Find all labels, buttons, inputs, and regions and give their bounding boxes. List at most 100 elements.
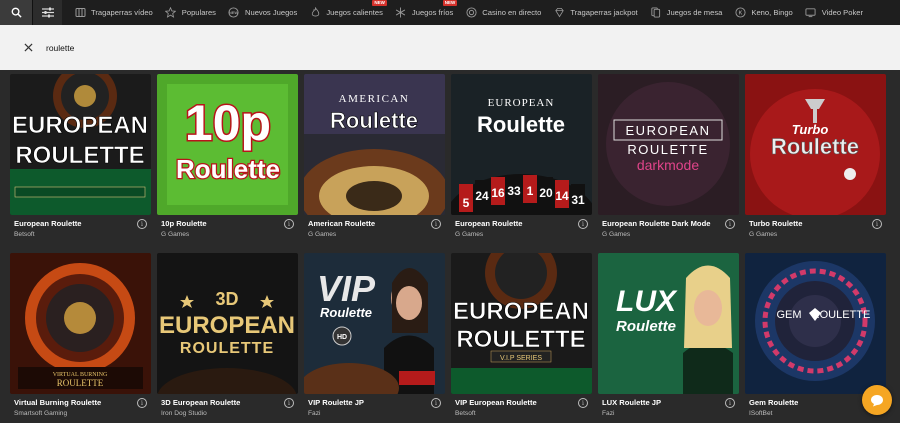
live-chat-button[interactable]: [862, 385, 892, 415]
game-card[interactable]: EUROPEAN ROULETTE European Roulette Bets…: [10, 74, 151, 247]
game-card[interactable]: EUROPEAN ROULETTE V.I.P SERIES VIP Europ…: [451, 253, 592, 423]
game-thumbnail[interactable]: EUROPEAN ROULETTE: [10, 74, 151, 215]
game-provider: G Games: [308, 231, 337, 238]
game-thumbnail[interactable]: EUROPEAN ROULETTE V.I.P SERIES: [451, 253, 592, 394]
svg-text:14: 14: [555, 189, 569, 203]
game-title[interactable]: European Roulette: [14, 219, 132, 228]
thumb-title: EUROPEAN: [12, 112, 148, 139]
thumb-subtitle: ROULETTE: [15, 142, 144, 169]
game-thumbnail[interactable]: 3D EUROPEAN ROULETTE: [157, 253, 298, 394]
info-icon[interactable]: i: [725, 398, 735, 408]
search-button[interactable]: [0, 0, 32, 25]
game-thumbnail[interactable]: EUROPEAN ROULETTE darkmode: [598, 74, 739, 215]
slot-icon: [74, 7, 86, 19]
game-thumbnail[interactable]: AMERICAN Roulette: [304, 74, 445, 215]
thumb-subtitle: Roulette: [616, 318, 676, 335]
game-thumbnail[interactable]: 5 24 16 33 1 20 14 31 EUROPEAN Roulette: [451, 74, 592, 215]
game-card[interactable]: LUX Roulette LUX Roulette JP Fazi i: [598, 253, 739, 423]
info-icon[interactable]: i: [284, 219, 294, 229]
info-icon[interactable]: i: [872, 219, 882, 229]
thumb-subtitle: EUROPEAN: [159, 312, 295, 339]
game-provider: G Games: [455, 231, 484, 238]
game-card[interactable]: Turbo Roulette Turbo Roulette G Games i: [745, 74, 886, 247]
thumb-tag: HD: [337, 334, 347, 341]
thumb-subtitle: ROULETTE: [57, 378, 104, 388]
thumb-subtitle: ROULETTE: [812, 309, 871, 321]
search-input[interactable]: [46, 42, 446, 53]
game-card[interactable]: AMERICAN Roulette American Roulette G Ga…: [304, 74, 445, 247]
svg-text:20: 20: [539, 186, 553, 200]
info-icon[interactable]: i: [137, 398, 147, 408]
game-provider: Smartsoft Gaming: [14, 410, 68, 417]
game-info: 3D European Roulette Iron Dog Studio i: [157, 394, 298, 423]
close-icon: [23, 43, 33, 52]
game-title[interactable]: Turbo Roulette: [749, 219, 867, 228]
game-title[interactable]: American Roulette: [308, 219, 426, 228]
thumb-title: 3D: [215, 289, 238, 309]
game-provider: Fazi: [602, 410, 615, 417]
game-thumbnail[interactable]: GEM ROULETTE: [745, 253, 886, 394]
game-title[interactable]: 3D European Roulette: [161, 398, 279, 407]
nav-item-video-poker[interactable]: Video Poker: [799, 0, 869, 25]
info-icon[interactable]: i: [431, 219, 441, 229]
nav-item-populares[interactable]: Populares: [159, 0, 222, 25]
info-icon[interactable]: i: [284, 398, 294, 408]
nav-item-juegos-de-mesa[interactable]: Juegos de mesa: [644, 0, 729, 25]
nav-item-label: Juegos de mesa: [666, 8, 723, 17]
game-title[interactable]: 10p Roulette: [161, 219, 279, 228]
svg-text:5: 5: [463, 196, 470, 210]
game-title[interactable]: Gem Roulette: [749, 398, 867, 407]
thumb-title: VIP: [317, 268, 376, 309]
info-icon[interactable]: i: [431, 398, 441, 408]
chat-bubble-icon: [871, 394, 883, 406]
game-title[interactable]: VIP Roulette JP: [308, 398, 426, 407]
game-thumbnail[interactable]: Turbo Roulette: [745, 74, 886, 215]
game-card[interactable]: 5 24 16 33 1 20 14 31 EUROPEAN Roulette …: [451, 74, 592, 247]
game-card[interactable]: VIP Roulette HD VIP Roulette JP Fazi i: [304, 253, 445, 423]
info-icon[interactable]: i: [137, 219, 147, 229]
nav-item-keno-bingo[interactable]: K Keno, Bingo: [728, 0, 798, 25]
game-title[interactable]: European Roulette: [455, 219, 573, 228]
nav-item-casino-en-directo[interactable]: Casino en directo: [459, 0, 547, 25]
game-thumbnail[interactable]: VIP Roulette HD: [304, 253, 445, 394]
thumb-subtitle: ROULETTE: [627, 142, 708, 157]
game-thumbnail[interactable]: 10p Roulette: [157, 74, 298, 215]
game-card[interactable]: 3D EUROPEAN ROULETTE 3D European Roulett…: [157, 253, 298, 423]
new-badge: NEW: [372, 0, 387, 6]
game-thumbnail[interactable]: VIRTUAL BURNING ROULETTE: [10, 253, 151, 394]
nav-item-tragaperras-video[interactable]: Tragaperras vídeo: [68, 0, 159, 25]
game-info: VIP European Roulette Betsoft i: [451, 394, 592, 423]
nav-item-juegos-frios[interactable]: Juegos fríos NEW: [389, 0, 459, 25]
search-bar: [0, 25, 900, 70]
game-card[interactable]: VIRTUAL BURNING ROULETTE Virtual Burning…: [10, 253, 151, 423]
game-title[interactable]: LUX Roulette JP: [602, 398, 720, 407]
game-card[interactable]: 10p Roulette 10p Roulette G Games i: [157, 74, 298, 247]
snowflake-icon: [395, 7, 407, 19]
flame-icon: [309, 7, 321, 19]
info-icon[interactable]: i: [578, 398, 588, 408]
info-icon[interactable]: i: [578, 219, 588, 229]
live-casino-icon: [465, 7, 477, 19]
game-thumbnail[interactable]: LUX Roulette: [598, 253, 739, 394]
game-info: Virtual Burning Roulette Smartsoft Gamin…: [10, 394, 151, 423]
filter-button[interactable]: [32, 0, 62, 25]
nav-item-nuevos-juegos[interactable]: NEW Nuevos Juegos: [222, 0, 303, 25]
game-info: European Roulette G Games i: [451, 215, 592, 247]
video-poker-icon: [805, 7, 817, 19]
nav-item-juegos-calientes[interactable]: Juegos calientes NEW: [303, 0, 389, 25]
nav-item-label: Populares: [181, 8, 216, 17]
game-title[interactable]: VIP European Roulette: [455, 398, 573, 407]
svg-text:31: 31: [571, 193, 585, 207]
nav-item-tragaperras-jackpot[interactable]: Tragaperras jackpot: [547, 0, 643, 25]
info-icon[interactable]: i: [725, 219, 735, 229]
thumb-title: GEM: [776, 309, 801, 321]
game-provider: Betsoft: [14, 231, 35, 238]
game-provider: Betsoft: [455, 410, 476, 417]
close-search-button[interactable]: [18, 38, 38, 58]
game-title[interactable]: European Roulette Dark Mode: [602, 219, 720, 228]
game-card[interactable]: EUROPEAN ROULETTE darkmode European Roul…: [598, 74, 739, 247]
search-icon: [11, 7, 22, 18]
thumb-tag: darkmode: [637, 157, 699, 173]
game-title[interactable]: Virtual Burning Roulette: [14, 398, 132, 407]
svg-text:NEW: NEW: [230, 11, 239, 15]
